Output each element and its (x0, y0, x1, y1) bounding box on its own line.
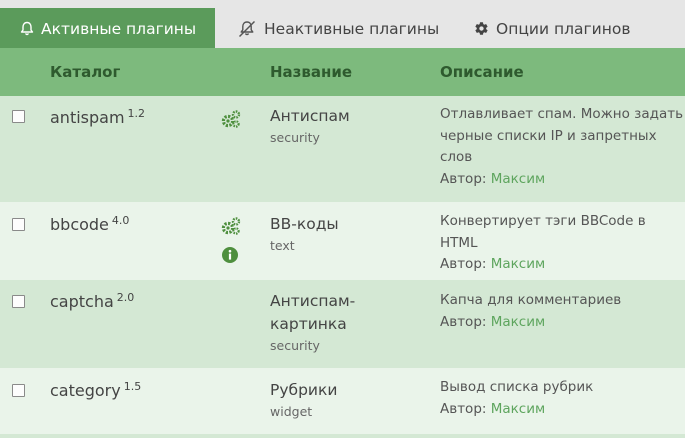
author-link[interactable]: Максим (491, 171, 545, 187)
plugin-name: BB-коды (270, 215, 339, 233)
plugin-description: Капча для комментариев Автор: Максим (440, 290, 685, 333)
plugin-title: Антиспам-картинка security (270, 290, 380, 356)
author-label: Автор: (440, 400, 487, 417)
table-row: bbcode 4.0 BB-коды text Конвертирует тэги… (0, 202, 685, 280)
bell-icon (20, 21, 34, 36)
catalog-dir: captcha (50, 292, 114, 311)
tab-inactive-label: Неактивные плагины (264, 19, 440, 38)
plugin-tag: widget (270, 404, 313, 419)
catalog-name: antispam 1.2 (50, 107, 145, 127)
description-text: Конвертирует тэги BBCode в HTML (440, 213, 646, 251)
catalog-name: bbcode 4.0 (50, 214, 129, 234)
catalog-dir: antispam (50, 108, 125, 127)
table-header: Каталог Название Описание (0, 48, 685, 96)
row-select-checkbox[interactable] (12, 384, 25, 397)
table-row: captcha 2.0 Антиспам-картинка security Ка… (0, 280, 685, 368)
tab-plugin-options[interactable]: Опции плагинов (474, 8, 630, 49)
catalog-name: captcha 2.0 (50, 291, 134, 311)
plugin-version: 2.0 (116, 291, 135, 304)
table-row (0, 434, 685, 438)
description-text: Отлавливает спам. Можно задать черные сп… (440, 106, 684, 165)
info-icon[interactable] (221, 246, 239, 264)
bell-slash-icon (237, 20, 257, 38)
author-link[interactable]: Максим (491, 401, 545, 417)
plugin-name: Антиспам-картинка (270, 292, 356, 333)
plugin-tag: security (270, 130, 320, 145)
plugin-settings-gears-icon[interactable] (220, 109, 242, 129)
plugin-description: Конвертирует тэги BBCode в HTML Автор: М… (440, 211, 685, 276)
plugin-title: BB-коды text (270, 213, 420, 256)
plugin-name: Рубрики (270, 381, 338, 399)
tab-active-plugins[interactable]: Активные плагины (0, 8, 216, 49)
plugin-version: 4.0 (111, 214, 130, 227)
column-header-name[interactable]: Название (270, 48, 352, 96)
author-link[interactable]: Максим (491, 314, 545, 330)
tab-inactive-plugins[interactable]: Неактивные плагины (237, 8, 439, 49)
catalog-name: category 1.5 (50, 380, 141, 400)
catalog-dir: category (50, 381, 121, 400)
author-label: Автор: (440, 313, 487, 330)
row-select-checkbox[interactable] (12, 295, 25, 308)
gear-icon (474, 21, 489, 36)
catalog-dir: bbcode (50, 215, 109, 234)
tab-active-label: Активные плагины (41, 19, 197, 38)
plugin-tag: security (270, 338, 320, 353)
author-label: Автор: (440, 256, 487, 272)
row-select-checkbox[interactable] (12, 218, 25, 231)
description-text: Вывод списка рубрик (440, 379, 594, 395)
description-text: Капча для комментариев (440, 292, 622, 308)
plugin-title: Антиспам security (270, 105, 420, 148)
author-label: Автор: (440, 170, 487, 187)
plugin-settings-gears-icon[interactable] (220, 216, 242, 236)
plugin-version: 1.2 (127, 107, 146, 120)
row-select-checkbox[interactable] (12, 110, 25, 123)
plugin-name: Антиспам (270, 107, 350, 125)
plugin-title: Рубрики widget (270, 379, 420, 422)
plugin-tabs: Активные плагины Неактивные плагины Опци… (0, 0, 685, 49)
plugin-description: Вывод списка рубрик Автор: Максим (440, 377, 685, 420)
table-row: category 1.5 Рубрики widget Вывод списка … (0, 368, 685, 434)
column-header-description[interactable]: Описание (440, 48, 524, 96)
plugin-version: 1.5 (123, 380, 142, 393)
table-row: antispam 1.2 Антиспам security Отлавливае… (0, 96, 685, 202)
author-link[interactable]: Максим (491, 256, 545, 272)
plugin-tag: text (270, 238, 295, 253)
plugin-description: Отлавливает спам. Можно задать черные сп… (440, 104, 685, 190)
tab-options-label: Опции плагинов (496, 19, 631, 38)
column-header-catalog[interactable]: Каталог (50, 48, 120, 96)
